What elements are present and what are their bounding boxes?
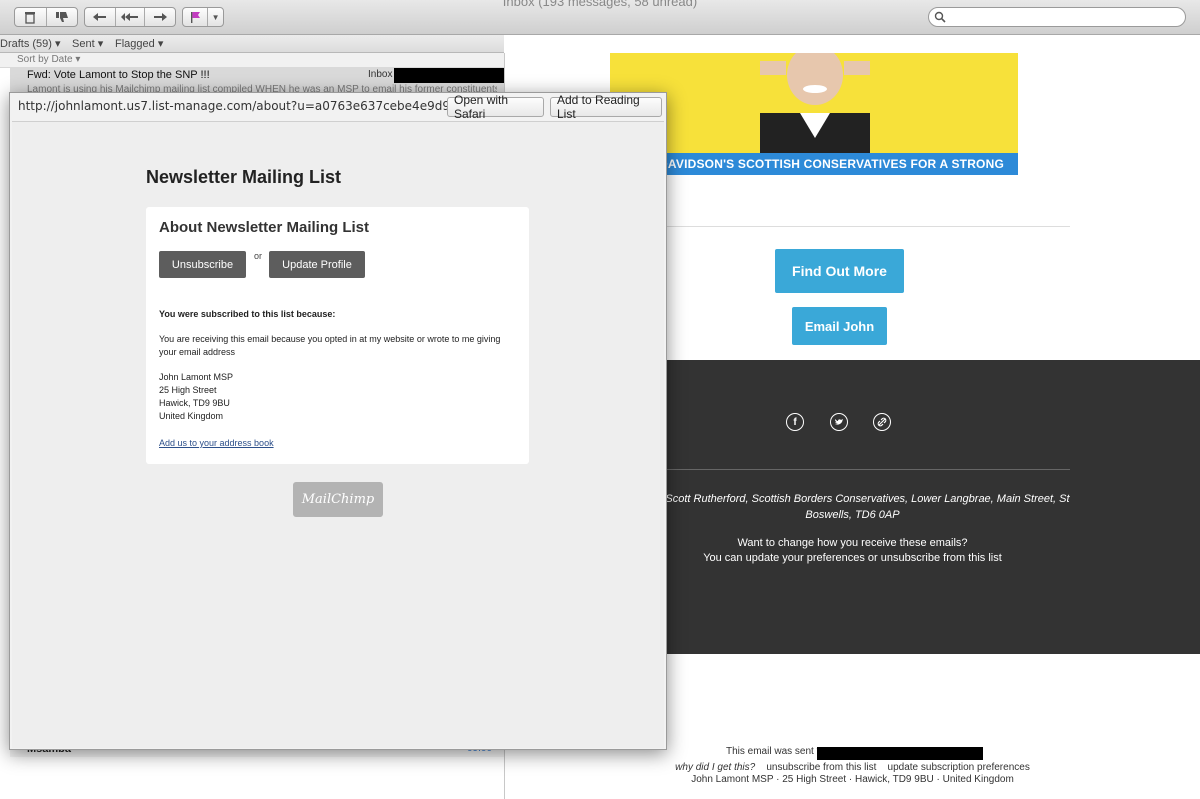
unsubscribe-button[interactable]: Unsubscribe	[159, 251, 246, 278]
footnote-links: why did I get this? unsubscribe from thi…	[505, 762, 1200, 773]
card-title: About Newsletter Mailing List	[159, 219, 370, 236]
address-line: John Lamont MSP	[159, 372, 234, 382]
why-link[interactable]: why did I get this?	[675, 762, 755, 773]
reason-line2: your email address	[159, 347, 236, 357]
address-line: Hawick, TD9 9BU	[159, 398, 230, 408]
favorite-flagged[interactable]: Flagged ▾	[115, 37, 163, 50]
flag-icon	[183, 8, 209, 26]
redaction-bar	[394, 68, 504, 83]
banner-photo	[740, 53, 890, 153]
reply-group	[84, 7, 176, 27]
trash-icon[interactable]	[15, 8, 47, 26]
unsubscribe-link[interactable]: unsubscribe from this list	[881, 552, 1002, 564]
mailchimp-logo[interactable]: MailChimp	[293, 482, 383, 517]
banner-strip-text: H DAVIDSON'S SCOTTISH CONSERVATIVES FOR …	[610, 153, 1018, 175]
sort-bar[interactable]: Sort by Date ▾	[0, 53, 504, 68]
favorite-drafts[interactable]: Drafts (59) ▾	[0, 37, 61, 50]
search-input[interactable]	[928, 7, 1186, 27]
page-title: Newsletter Mailing List	[146, 167, 342, 187]
address-line: 25 High Street	[159, 385, 217, 395]
search-icon	[934, 11, 946, 23]
reason-title: You were subscribed to this list because…	[159, 309, 336, 319]
window-title: Inbox (193 messages, 58 unread)	[502, 0, 698, 9]
address-line: United Kingdom	[159, 411, 224, 421]
add-to-reading-list-button[interactable]: Add to Reading List	[550, 93, 662, 121]
open-with-safari-button[interactable]: Open with Safari	[447, 93, 544, 121]
update-subscription-link[interactable]: update subscription preferences	[888, 762, 1030, 773]
footer-address: John Lamont MSP · 25 High Street · Hawic…	[691, 774, 1014, 785]
mail-toolbar: ▼ Inbox (193 messages, 58 unread)	[0, 0, 1200, 35]
email-footnote: This email was sent to why did I get thi…	[505, 746, 1200, 785]
update-profile-button[interactable]: Update Profile	[269, 251, 365, 278]
message-mailbox: Inbox	[368, 69, 393, 80]
or-separator: or	[254, 251, 263, 261]
link-preview-popup: http://johnlamont.us7.list-manage.com/ab…	[9, 92, 667, 750]
flag-button[interactable]: ▼	[182, 7, 224, 27]
thumbs-down-icon[interactable]	[47, 11, 78, 23]
redaction-bar	[817, 747, 983, 760]
campaign-banner: H DAVIDSON'S SCOTTISH CONSERVATIVES FOR …	[610, 53, 1018, 175]
twitter-icon[interactable]	[830, 413, 848, 431]
message-subject: Fwd: Vote Lamont to Stop the SNP !!!	[27, 69, 210, 81]
reason-line1: You are receiving this email because you…	[159, 334, 501, 344]
delete-junk-group	[14, 7, 78, 27]
find-out-more-button[interactable]: Find Out More	[775, 249, 904, 293]
reply-all-icon[interactable]	[116, 8, 146, 26]
popup-url: http://johnlamont.us7.list-manage.com/ab…	[18, 99, 498, 113]
about-card: About Newsletter Mailing List Unsubscrib…	[146, 207, 529, 464]
chevron-down-icon: ▼	[211, 12, 220, 22]
address-book-link[interactable]: Add us to your address book	[159, 437, 274, 450]
link-icon[interactable]	[873, 413, 891, 431]
facebook-icon[interactable]: f	[786, 413, 804, 431]
reply-icon[interactable]	[85, 8, 116, 26]
forward-icon[interactable]	[145, 12, 175, 22]
divider	[610, 226, 1070, 227]
unsubscribe-footer-link[interactable]: unsubscribe from this list	[766, 762, 876, 773]
favorites-bar: Drafts (59) ▾ Sent ▾ Flagged ▾	[0, 35, 504, 53]
sort-label: Sort by Date ▾	[17, 54, 81, 65]
update-preferences-link[interactable]: update your preferences	[746, 552, 865, 564]
favorite-sent[interactable]: Sent ▾	[72, 37, 103, 50]
email-john-button[interactable]: Email John	[792, 307, 887, 345]
popup-body: Newsletter Mailing List About Newsletter…	[12, 121, 664, 748]
